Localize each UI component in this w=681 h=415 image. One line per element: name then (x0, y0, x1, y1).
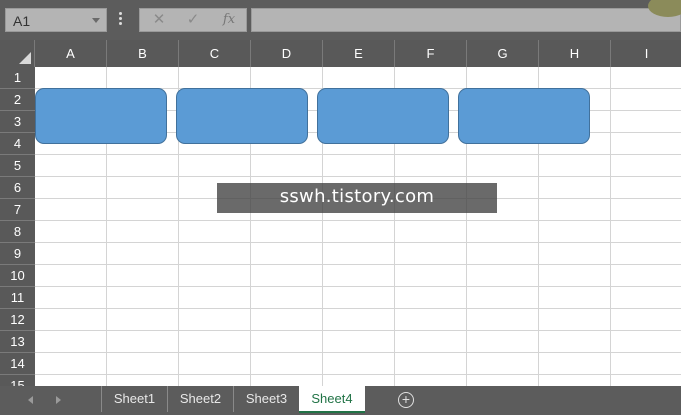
row-header[interactable]: 8 (0, 221, 35, 243)
decorative-badge (648, 0, 681, 17)
column-header-d[interactable]: D (251, 40, 323, 67)
column-header-a[interactable]: A (35, 40, 107, 67)
select-all-icon (19, 52, 31, 64)
row-header[interactable]: 6 (0, 177, 35, 199)
name-box[interactable]: A1 (5, 8, 107, 32)
column-header-i[interactable]: I (611, 40, 681, 67)
column-header-e[interactable]: E (323, 40, 395, 67)
tab-sheet4[interactable]: Sheet4 (299, 386, 365, 413)
chevron-down-icon[interactable] (92, 18, 100, 23)
row-header[interactable]: 1 (0, 67, 35, 89)
row-header[interactable]: 15 (0, 375, 35, 386)
scroll-left-icon[interactable] (24, 392, 38, 408)
add-sheet-icon[interactable]: + (398, 392, 414, 408)
select-all-button[interactable] (0, 40, 35, 67)
row-header[interactable]: 10 (0, 265, 35, 287)
check-icon[interactable]: ✓ (180, 11, 206, 29)
row-header[interactable]: 14 (0, 353, 35, 375)
row-header[interactable]: 12 (0, 309, 35, 331)
insert-function-icon[interactable]: fx (216, 11, 242, 29)
row-header[interactable]: 7 (0, 199, 35, 221)
column-header-f[interactable]: F (395, 40, 467, 67)
sheet-tab-bar: Sheet1 Sheet2 Sheet3 Sheet4 + (0, 386, 681, 415)
row-header[interactable]: 5 (0, 155, 35, 177)
row-header[interactable]: 2 (0, 89, 35, 111)
watermark-label: sswh.tistory.com (217, 183, 497, 213)
row-header[interactable]: 4 (0, 133, 35, 155)
name-box-value: A1 (13, 13, 31, 29)
column-header-c[interactable]: C (179, 40, 251, 67)
tab-sheet2[interactable]: Sheet2 (167, 386, 233, 412)
row-header[interactable]: 13 (0, 331, 35, 353)
tab-sheet1[interactable]: Sheet1 (101, 386, 167, 412)
row-header[interactable]: 9 (0, 243, 35, 265)
row-header[interactable]: 3 (0, 111, 35, 133)
cancel-icon[interactable]: ✕ (146, 11, 172, 29)
rounded-rectangle-shape-3[interactable] (317, 88, 449, 144)
formula-bar: A1 ✕ ✓ fx (0, 0, 681, 40)
tab-sheet3[interactable]: Sheet3 (233, 386, 299, 412)
row-header[interactable]: 11 (0, 287, 35, 309)
rounded-rectangle-shape-1[interactable] (35, 88, 167, 144)
column-header-g[interactable]: G (467, 40, 539, 67)
formula-buttons: ✕ ✓ fx (139, 8, 247, 32)
formula-input[interactable] (251, 0, 681, 32)
rounded-rectangle-shape-4[interactable] (458, 88, 590, 144)
more-options-icon[interactable] (119, 12, 123, 28)
column-header-row: A B C D E F G H I (0, 40, 681, 67)
column-header-b[interactable]: B (107, 40, 179, 67)
rounded-rectangle-shape-2[interactable] (176, 88, 308, 144)
scroll-right-icon[interactable] (52, 392, 66, 408)
column-header-h[interactable]: H (539, 40, 611, 67)
